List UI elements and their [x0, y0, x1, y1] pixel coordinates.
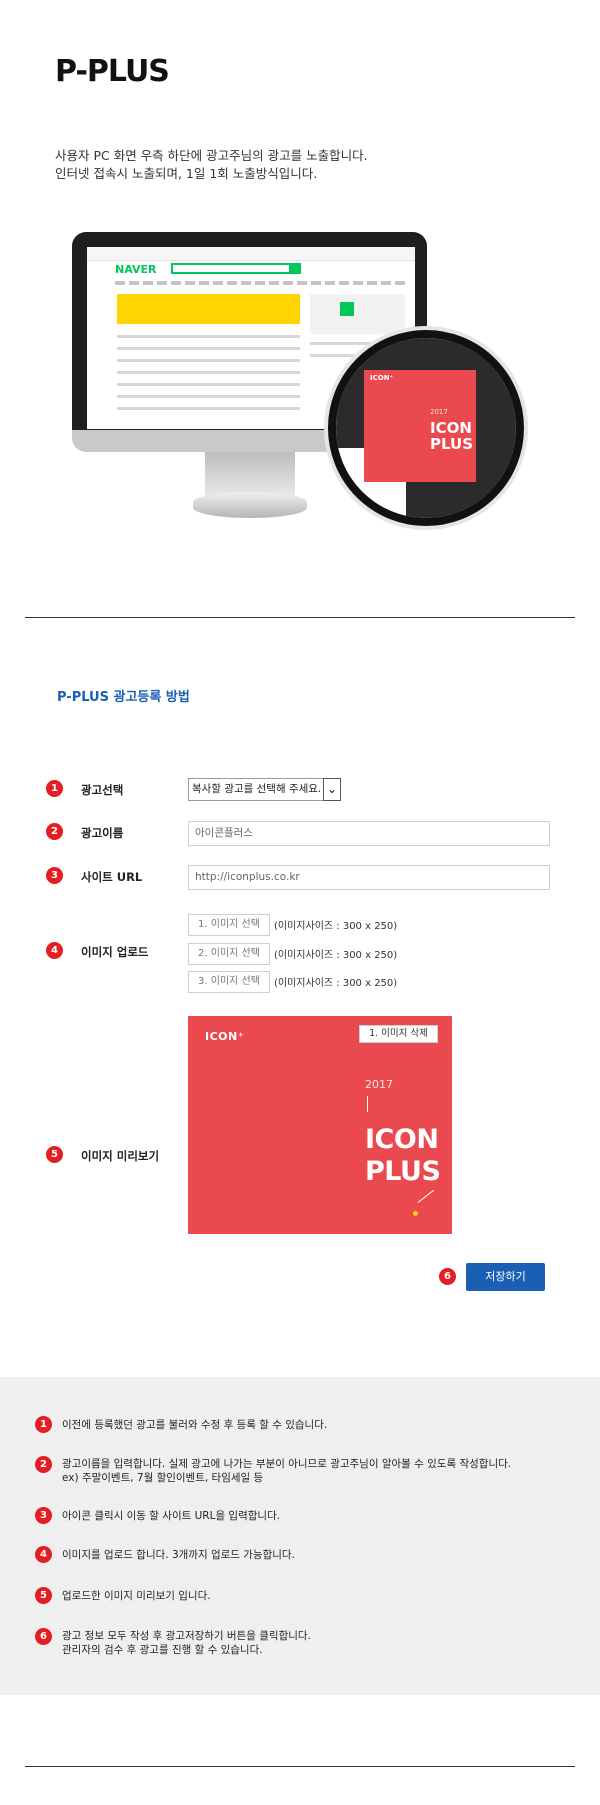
image-select-button-2[interactable]: 2. 이미지 선택: [188, 943, 270, 965]
preview-dot-decoration: [413, 1211, 418, 1216]
note-6-line-2: 관리자의 검수 후 광고를 진행 할 수 있습니다.: [62, 1644, 263, 1656]
note-3-line-1: 아이콘 클릭시 이동 할 사이트 URL을 입력합니다.: [62, 1510, 281, 1522]
preview-title-line2: PLUS: [365, 1156, 441, 1187]
preview-year: 2017: [365, 1078, 393, 1091]
note-4-line-1: 이미지를 업로드 합니다. 3개까지 업로드 가능합니다.: [62, 1549, 295, 1561]
naver-menu-bar: [115, 281, 405, 285]
naver-banner: [117, 294, 300, 324]
step-badge-6: 6: [439, 1268, 456, 1285]
lens-ad-title: ICON PLUS: [430, 420, 473, 452]
image-size-hint-1: (이미지사이즈 : 300 x 250): [274, 921, 398, 932]
naver-login-button: [340, 302, 354, 316]
note-6-line-1: 광고 정보 모두 작성 후 광고저장하기 버튼을 클릭합니다.: [62, 1630, 311, 1642]
note-4: 이미지를 업로드 합니다. 3개까지 업로드 가능합니다.: [62, 1548, 295, 1562]
ad-select-dropdown[interactable]: 복사할 광고를 선택해 주세요.: [188, 778, 341, 801]
section-divider: [25, 617, 575, 618]
footer-divider: [25, 1766, 575, 1767]
note-6: 광고 정보 모두 작성 후 광고저장하기 버튼을 클릭합니다. 관리자의 검수 …: [62, 1629, 311, 1657]
save-button[interactable]: 저장하기: [466, 1263, 545, 1291]
page-title: P-PLUS: [55, 54, 170, 89]
image-preview: ICON⁺ 1. 이미지 삭제 2017 ICON PLUS: [188, 1016, 452, 1234]
intro-line-2: 인터넷 접속시 노출되며, 1일 1회 노출방식입니다.: [55, 166, 318, 181]
note-badge-3: 3: [35, 1507, 52, 1524]
naver-login-box: [310, 294, 405, 334]
note-3: 아이콘 클릭시 이동 할 사이트 URL을 입력합니다.: [62, 1509, 280, 1523]
naver-content-line: [117, 407, 300, 410]
image-select-button-3[interactable]: 3. 이미지 선택: [188, 971, 270, 993]
label-image-preview: 이미지 미리보기: [81, 1149, 160, 1163]
lens-ad-popup: ICON⁺ 2017 ICON PLUS: [364, 370, 476, 482]
image-delete-button[interactable]: 1. 이미지 삭제: [359, 1025, 438, 1043]
step-badge-4: 4: [46, 942, 63, 959]
step-badge-1: 1: [46, 780, 63, 797]
intro-line-1: 사용자 PC 화면 우측 하단에 광고주님의 광고를 노출합니다.: [55, 148, 368, 163]
preview-title: ICON PLUS: [365, 1124, 441, 1188]
label-ad-select: 광고선택: [81, 783, 124, 797]
note-5: 업로드한 이미지 미리보기 입니다.: [62, 1589, 211, 1603]
preview-logo: ICON⁺: [205, 1030, 245, 1043]
note-badge-4: 4: [35, 1546, 52, 1563]
naver-search-icon: [291, 263, 301, 274]
magnifier-lens: ICON⁺ 2017 ICON PLUS: [328, 330, 524, 526]
naver-content-line: [117, 371, 300, 374]
section-title: P-PLUS 광고등록 방법: [57, 690, 190, 705]
note-2: 광고이름을 입력합니다. 실제 광고에 나가는 부분이 아니므로 광고주님이 알…: [62, 1457, 511, 1485]
note-badge-6: 6: [35, 1628, 52, 1645]
ad-name-input[interactable]: 아이콘플러스: [188, 821, 550, 846]
label-site-url: 사이트 URL: [81, 870, 143, 884]
naver-content-line: [117, 347, 300, 350]
lens-ad-year: 2017: [430, 408, 448, 416]
browser-topbar: [87, 247, 415, 261]
naver-content-line: [117, 395, 300, 398]
note-2-line-2: ex) 주말이벤트, 7월 할인이벤트, 타임세일 등: [62, 1472, 264, 1484]
step-badge-5: 5: [46, 1146, 63, 1163]
monitor-stand: [205, 452, 295, 496]
image-size-hint-3: (이미지사이즈 : 300 x 250): [274, 978, 398, 989]
preview-divider: [367, 1096, 368, 1112]
step-badge-2: 2: [46, 823, 63, 840]
note-badge-1: 1: [35, 1416, 52, 1433]
note-1-line-1: 이전에 등록했던 광고를 불러와 수정 후 등록 할 수 있습니다.: [62, 1419, 328, 1431]
naver-content-line: [117, 383, 300, 386]
lens-ad-logo: ICON⁺: [370, 374, 394, 382]
intro-text: 사용자 PC 화면 우측 하단에 광고주님의 광고를 노출합니다. 인터넷 접속…: [55, 147, 555, 183]
image-select-button-1[interactable]: 1. 이미지 선택: [188, 914, 270, 936]
label-ad-name: 광고이름: [81, 826, 124, 840]
note-1: 이전에 등록했던 광고를 불러와 수정 후 등록 할 수 있습니다.: [62, 1418, 327, 1432]
preview-stroke-decoration: [417, 1189, 435, 1203]
preview-title-line1: ICON: [365, 1124, 439, 1155]
label-image-upload: 이미지 업로드: [81, 945, 149, 959]
note-2-line-1: 광고이름을 입력합니다. 실제 광고에 나가는 부분이 아니므로 광고주님이 알…: [62, 1458, 512, 1470]
naver-content-line: [117, 335, 300, 338]
naver-search-box: [171, 263, 291, 274]
naver-content-line: [117, 359, 300, 362]
note-badge-2: 2: [35, 1456, 52, 1473]
lens-ad-title-line1: ICON: [430, 419, 472, 437]
monitor-base: [193, 492, 307, 518]
note-5-line-1: 업로드한 이미지 미리보기 입니다.: [62, 1590, 211, 1602]
image-size-hint-2: (이미지사이즈 : 300 x 250): [274, 950, 398, 961]
chevron-down-icon[interactable]: ⌄: [323, 778, 341, 801]
site-url-input[interactable]: http://iconplus.co.kr: [188, 865, 550, 890]
lens-ad-title-line2: PLUS: [430, 435, 474, 453]
naver-logo: NAVER: [115, 263, 157, 276]
note-badge-5: 5: [35, 1587, 52, 1604]
step-badge-3: 3: [46, 867, 63, 884]
